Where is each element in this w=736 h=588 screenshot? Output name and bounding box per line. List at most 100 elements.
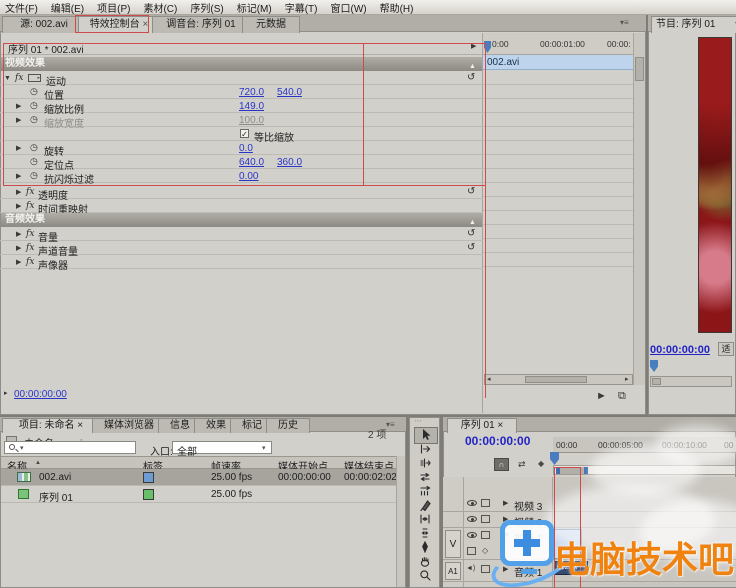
- sequence-marker-menu-icon[interactable]: ⇄: [518, 459, 526, 470]
- speaker-icon[interactable]: ◄): [466, 565, 475, 572]
- ec-panner-label[interactable]: 声像器: [38, 257, 68, 272]
- scroll-right-icon[interactable]: ▸: [625, 376, 629, 383]
- program-timecode[interactable]: 00:00:00:00: [650, 344, 710, 356]
- lock-toggle[interactable]: [481, 531, 490, 539]
- razor-tool[interactable]: [414, 499, 436, 512]
- tab-metadata[interactable]: 元数据: [242, 16, 300, 33]
- program-scrollbar[interactable]: [650, 376, 732, 387]
- search-dropdown-icon[interactable]: ▾: [20, 445, 24, 452]
- menu-item-marker[interactable]: 标记(M): [237, 0, 272, 15]
- menu-item-project[interactable]: 项目(P): [97, 0, 130, 15]
- ruler-tick-0: 00:00: [556, 440, 577, 450]
- tab-history[interactable]: 历史: [266, 418, 310, 433]
- ec-audio-effects-header[interactable]: 音频效果 ▲: [1, 213, 482, 227]
- menu-item-title[interactable]: 字幕(T): [285, 0, 318, 15]
- sequence-icon: [18, 489, 29, 499]
- chevron-right-icon[interactable]: ▶: [16, 245, 21, 252]
- ec-ruler-tick-2: 00:00:: [607, 39, 631, 49]
- menu-item-file[interactable]: 文件(F): [5, 0, 38, 15]
- chevron-right-icon[interactable]: ▶: [16, 203, 21, 210]
- chevron-right-icon[interactable]: ▶: [16, 231, 21, 238]
- ec-hscrollbar[interactable]: ◂ ▸: [484, 374, 633, 385]
- slip-tool[interactable]: [414, 513, 436, 526]
- project-vscrollbar[interactable]: [396, 456, 405, 587]
- ec-audio-effects-label: 音频效果: [5, 214, 45, 225]
- marker-icon[interactable]: ◆: [538, 459, 544, 468]
- fx-badge: fx: [26, 201, 34, 211]
- ec-vscrollbar[interactable]: [633, 33, 645, 385]
- program-scroll-thumb[interactable]: [652, 378, 661, 385]
- ec-hscroll-thumb[interactable]: [525, 376, 587, 383]
- tab-audio-mixer[interactable]: 调音台: 序列 01: [152, 16, 250, 33]
- export-frame-icon[interactable]: ⧉: [618, 390, 626, 403]
- track-select-tool[interactable]: [414, 443, 436, 456]
- rolling-edit-tool[interactable]: [414, 471, 436, 484]
- program-fit-select[interactable]: 适: [718, 342, 734, 356]
- keyframe-toggle-icon[interactable]: ◇: [482, 547, 488, 555]
- fx-badge: fx: [26, 243, 34, 253]
- menu-item-sequence[interactable]: 序列(S): [190, 0, 223, 15]
- ec-timecode-marker-icon: ▸: [4, 390, 8, 397]
- tools-grip[interactable]: ▪▪▪: [415, 418, 422, 423]
- track-target-a1[interactable]: A1: [445, 562, 461, 580]
- tab-program[interactable]: 节目: 序列 01 ▾: [651, 16, 736, 33]
- slide-tool[interactable]: [414, 527, 436, 540]
- selection-tool[interactable]: [414, 427, 438, 444]
- ec-ruler[interactable]: 0:00 00:00:01:00 00:00:: [483, 33, 633, 55]
- lock-toggle[interactable]: [481, 565, 490, 573]
- eye-icon[interactable]: [467, 516, 477, 522]
- reset-icon[interactable]: ↺: [467, 228, 475, 239]
- eye-icon[interactable]: [467, 500, 477, 506]
- lock-toggle[interactable]: [481, 499, 490, 507]
- ec-clip-name: 002.avi: [487, 57, 519, 68]
- tab-project[interactable]: 项目: 未命名 ×: [2, 418, 100, 433]
- reset-icon[interactable]: ↺: [467, 242, 475, 253]
- row-name: 序列 01: [39, 489, 73, 504]
- ec-right-gridlines: [483, 71, 633, 270]
- row-name: 002.avi: [39, 472, 71, 483]
- ec-vscroll-thumb[interactable]: [635, 57, 644, 81]
- tab-source[interactable]: 源: 002.avi: [2, 16, 86, 33]
- ec-clip-bar[interactable]: 002.avi: [483, 55, 633, 70]
- track-target-v[interactable]: V: [445, 530, 461, 558]
- panel-menu-icon[interactable]: ▾≡: [386, 421, 395, 429]
- sort-asc-icon: ▲: [35, 460, 41, 466]
- play-indicator-icon[interactable]: ►: [596, 390, 607, 402]
- ripple-edit-tool[interactable]: [414, 457, 436, 470]
- chevron-right-icon[interactable]: ▶: [16, 189, 21, 196]
- tab-timeline-sequence[interactable]: 序列 01 ×: [447, 418, 517, 433]
- fx-badge: fx: [26, 257, 34, 267]
- scroll-left-icon[interactable]: ◂: [487, 376, 491, 383]
- menu-item-window[interactable]: 窗口(W): [330, 0, 366, 15]
- hand-tool[interactable]: [414, 555, 436, 568]
- pen-tool[interactable]: [414, 541, 436, 554]
- label-chip-blue[interactable]: [143, 472, 154, 483]
- table-row-sequence01[interactable]: 序列 01 25.00 fps: [1, 486, 396, 503]
- zoom-tool[interactable]: [414, 569, 436, 582]
- dropdown-icon[interactable]: ▾: [262, 445, 266, 452]
- ec-row-time-remap: ▶ fx 时间重映射: [0, 199, 483, 213]
- lock-toggle[interactable]: [481, 515, 490, 523]
- watermark-text: 电脑技术吧: [554, 531, 736, 583]
- rate-stretch-tool[interactable]: [414, 485, 436, 498]
- menu-item-help[interactable]: 帮助(H): [380, 0, 414, 15]
- ec-row-channel-volume: ▶ fx 声道音量 ↺: [0, 241, 483, 255]
- eye-icon[interactable]: [467, 532, 477, 538]
- reset-icon[interactable]: ↺: [467, 186, 475, 197]
- chevron-right-icon[interactable]: ▶: [503, 500, 508, 507]
- table-row-002avi[interactable]: 002.avi 25.00 fps 00:00:00:00 00:00:02:0…: [1, 469, 396, 486]
- label-chip-green[interactable]: [143, 489, 154, 500]
- menu-item-clip[interactable]: 素材(C): [143, 0, 177, 15]
- chevron-right-icon[interactable]: ▶: [16, 259, 21, 266]
- ec-row-panner: ▶ fx 声像器: [0, 255, 483, 269]
- timeline-timecode[interactable]: 00:00:00:00: [465, 434, 530, 448]
- set-display-style-button[interactable]: [467, 547, 476, 555]
- project-entry-select[interactable]: 全部 ▾: [172, 441, 272, 454]
- menu-item-edit[interactable]: 编辑(E): [51, 0, 84, 15]
- tab-media-browser[interactable]: 媒体浏览器: [92, 418, 166, 433]
- track-label-video3[interactable]: 视频 3: [514, 498, 542, 513]
- ec-ruler-tick-0: 0:00: [492, 39, 509, 49]
- panel-menu-icon[interactable]: ▾≡: [620, 19, 629, 27]
- snap-toggle-icon[interactable]: ∩: [494, 458, 509, 471]
- ec-timecode[interactable]: 00:00:00:00: [14, 389, 67, 400]
